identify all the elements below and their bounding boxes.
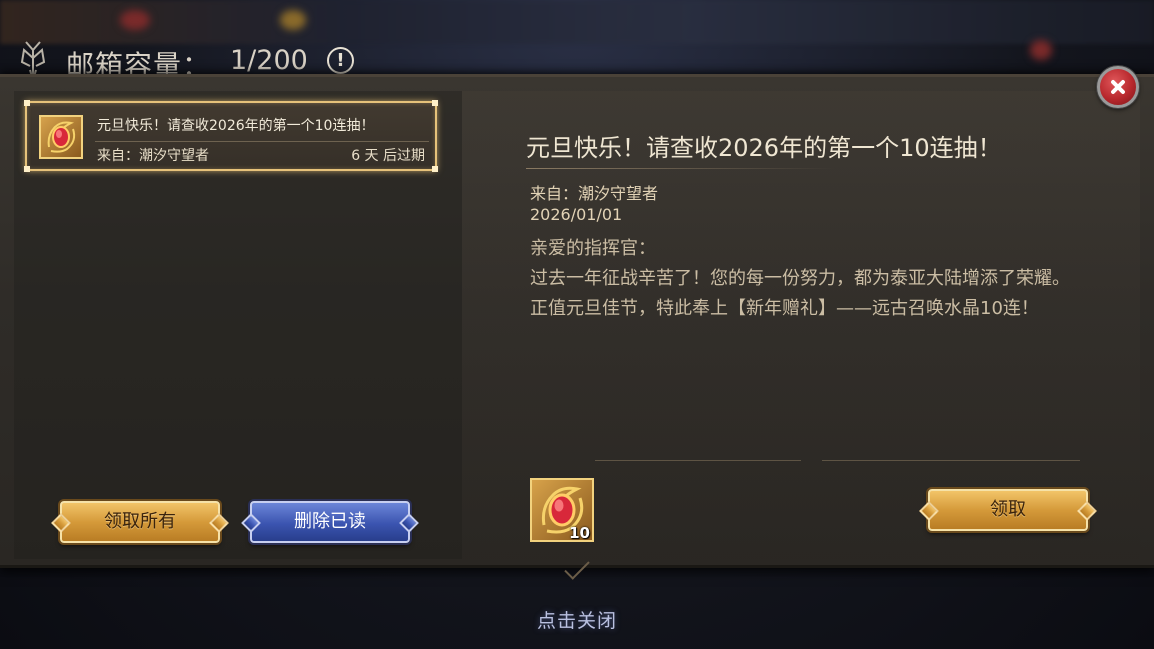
claim-all-button[interactable]: 领取所有 — [60, 501, 220, 543]
mail-detail-date: 2026/01/01 — [530, 205, 623, 224]
close-button[interactable] — [1097, 66, 1139, 108]
reward-divider — [822, 460, 1080, 461]
mail-greeting: 亲爱的指挥官： — [530, 238, 656, 259]
mail-paragraph: 正值元旦佳节，特此奉上【新年赠礼】——远古召唤水晶10连！ — [530, 298, 1039, 319]
mail-item-expiry: 6 天 后过期 — [351, 148, 425, 164]
reward-quantity: 10 — [569, 524, 590, 542]
corner-ornament — [24, 166, 30, 172]
delete-read-button[interactable]: 删除已读 — [250, 501, 410, 543]
mail-item-icon-frame — [39, 115, 83, 159]
mail-detail-sender: 来自：潮汐守望者 — [530, 184, 659, 203]
mailbox-capacity-count: 1/200 — [230, 45, 308, 76]
mail-item-subject: 元旦快乐！请查收2026年的第一个10连抽！ — [97, 118, 375, 134]
mail-paragraph: 过去一年征战辛苦了！您的每一份努力，都为泰亚大陆增添了荣耀。 — [530, 268, 1070, 289]
tap-to-close-hint[interactable]: 点击关闭 — [0, 606, 1154, 633]
mail-list-item[interactable]: 元旦快乐！请查收2026年的第一个10连抽！ 来自：潮汐守望者 6 天 后过期 — [24, 100, 438, 172]
claim-button[interactable]: 领取 — [928, 489, 1088, 531]
background-decoration — [280, 10, 306, 30]
corner-ornament — [432, 166, 438, 172]
corner-ornament — [24, 100, 30, 106]
background-decoration — [120, 10, 150, 30]
red-gem-icon — [47, 121, 76, 153]
mail-item-sender: 来自：潮汐守望者 — [97, 148, 209, 164]
mail-item-divider — [95, 141, 429, 142]
mail-detail-body: 亲爱的指挥官： 过去一年征战辛苦了！您的每一份努力，都为泰亚大陆增添了荣耀。 正… — [530, 234, 1078, 324]
reward-item[interactable]: 10 — [530, 478, 594, 542]
mail-detail-title: 元旦快乐！请查收2026年的第一个10连抽！ — [526, 134, 1002, 162]
corner-ornament — [432, 100, 438, 106]
info-icon[interactable]: ! — [327, 47, 354, 74]
reward-divider — [595, 460, 801, 461]
title-divider — [526, 168, 836, 169]
